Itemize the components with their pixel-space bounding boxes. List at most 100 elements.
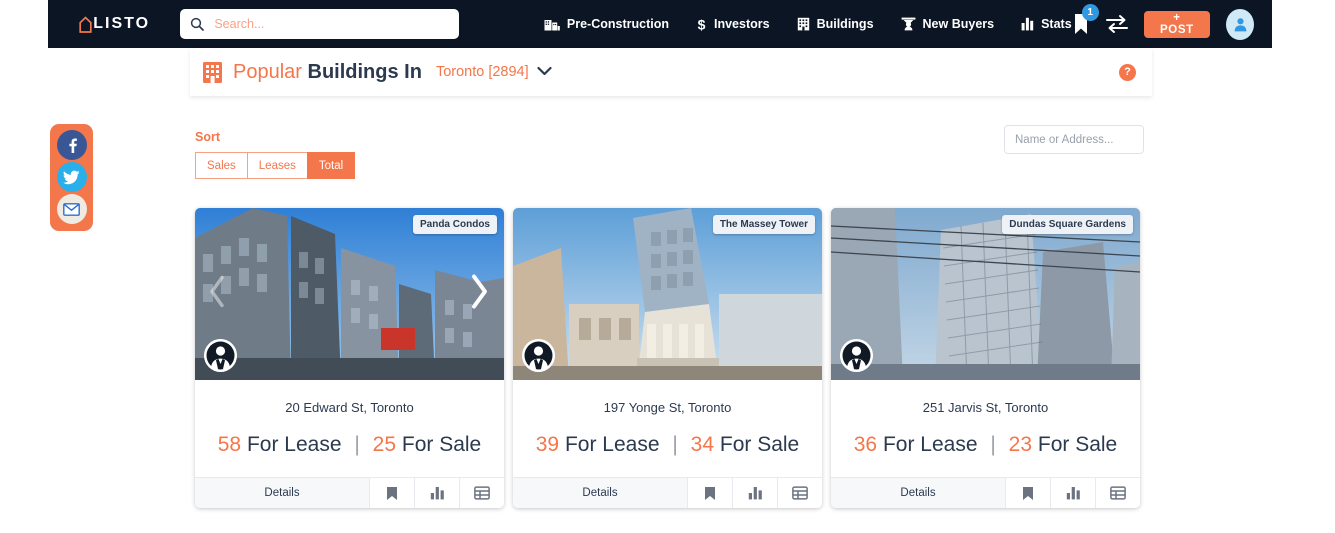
stats-button[interactable] (1050, 478, 1095, 508)
construction-building-icon (544, 17, 560, 31)
bar-chart-icon (748, 487, 762, 500)
nav-item-pre-construction[interactable]: Pre-Construction (544, 17, 669, 31)
sort-option-total[interactable]: Total (306, 152, 356, 179)
nav-item-stats[interactable]: Stats (1021, 17, 1072, 31)
city-selector-label: Toronto [2894] (435, 64, 529, 80)
brand-name: LISTO (93, 15, 151, 32)
lease-count: 39 (535, 433, 560, 456)
search-input[interactable] (214, 17, 435, 31)
bar-chart-icon (1021, 17, 1034, 31)
details-button[interactable]: Details (195, 478, 369, 508)
sale-count: 25 (372, 433, 397, 456)
building-card[interactable]: Dundas Square Gardens 251 Jarvis St, Tor… (831, 208, 1140, 508)
content-panel: Sort Sales Leases Total Name or Address.… (190, 104, 1152, 514)
header-actions: 1 + POST (1072, 3, 1254, 40)
lease-label: For Lease (882, 433, 978, 456)
bookmark-count-badge: 1 (1081, 3, 1099, 21)
nav-links: Pre-Construction $ Investors Buildings N… (544, 17, 1072, 32)
bookmark-icon (387, 486, 397, 500)
post-button[interactable]: + POST (1143, 10, 1211, 38)
nav-item-label: Pre-Construction (566, 17, 669, 31)
details-button[interactable]: Details (831, 478, 1005, 508)
page-title-highlight: Popular (233, 60, 302, 83)
agent-avatar-icon (840, 339, 873, 372)
details-button[interactable]: Details (513, 478, 687, 508)
sort-segmented-control: Sales Leases Total (195, 152, 356, 179)
building-address: 251 Jarvis St, Toronto (922, 400, 1049, 415)
share-twitter-button[interactable] (56, 162, 87, 192)
count-separator: | (990, 433, 996, 456)
sale-label: For Sale (401, 433, 482, 456)
sale-label: For Sale (719, 433, 800, 456)
lease-label: For Lease (246, 433, 342, 456)
table-view-button[interactable] (1095, 478, 1140, 508)
building-photo[interactable]: The Massey Tower (513, 208, 822, 380)
building-card-list: Panda Condos 20 Edward St, Toronto 58 Fo… (195, 208, 1140, 508)
help-button[interactable]: ? (1119, 63, 1136, 81)
table-grid-icon (1110, 486, 1126, 500)
agent-avatar[interactable] (522, 339, 555, 372)
save-bookmark-button[interactable] (1005, 478, 1050, 508)
name-or-address-input[interactable] (1015, 133, 1133, 146)
table-view-button[interactable] (777, 478, 822, 508)
agent-avatar[interactable] (204, 339, 237, 372)
stats-button[interactable] (414, 478, 459, 508)
building-photo[interactable]: Panda Condos (195, 208, 504, 380)
nav-item-investors[interactable]: $ Investors (696, 17, 770, 32)
save-bookmark-button[interactable] (687, 478, 732, 508)
lease-count: 36 (853, 433, 878, 456)
page-title-bar: Popular Buildings In Toronto [2894] ? (190, 48, 1152, 96)
carousel-prev-button[interactable] (207, 275, 227, 314)
sort-option-sales[interactable]: Sales (195, 152, 247, 179)
building-card[interactable]: Panda Condos 20 Edward St, Toronto 58 Fo… (195, 208, 504, 508)
table-grid-icon (474, 486, 490, 500)
agent-avatar[interactable] (840, 339, 873, 372)
sort-option-leases[interactable]: Leases (246, 152, 307, 179)
name-or-address-search[interactable] (1004, 125, 1144, 154)
building-counts: 58 For Lease | 25 For Sale (195, 415, 504, 477)
count-separator: | (672, 433, 678, 456)
building-counts: 39 For Lease | 34 For Sale (513, 415, 822, 477)
share-facebook-button[interactable] (56, 130, 87, 160)
new-buyer-icon (901, 17, 916, 31)
compare-button[interactable] (1105, 14, 1128, 34)
building-address: 197 Yonge St, Toronto (603, 400, 732, 415)
building-icon (797, 17, 810, 31)
sort-label: Sort (195, 130, 220, 144)
building-photo[interactable]: Dundas Square Gardens (831, 208, 1140, 380)
facebook-icon (68, 138, 77, 153)
save-bookmark-button[interactable] (369, 478, 414, 508)
top-navigation-bar: LISTO Search... Pre-Construction $ Inves… (48, 0, 1272, 48)
agent-avatar-icon (522, 339, 555, 372)
twitter-icon (63, 170, 80, 184)
sale-label: For Sale (1037, 433, 1118, 456)
bar-chart-icon (1066, 487, 1080, 500)
count-separator: | (354, 433, 360, 456)
bookmark-button[interactable]: 1 (1072, 3, 1099, 36)
search-box[interactable] (180, 9, 459, 39)
page-title: Popular Buildings In (233, 61, 422, 84)
envelope-icon (63, 202, 80, 216)
city-selector[interactable]: Toronto [2894] (436, 64, 552, 80)
sale-count: 34 (690, 433, 715, 456)
nav-item-buildings[interactable]: Buildings (797, 17, 874, 31)
building-name-badge: The Massey Tower (712, 215, 815, 234)
building-name-badge: Panda Condos (412, 215, 497, 234)
stats-button[interactable] (732, 478, 777, 508)
building-card[interactable]: The Massey Tower 197 Yonge St, Toronto 3… (513, 208, 822, 508)
nav-item-label: Buildings (816, 17, 874, 31)
nav-item-new-buyers[interactable]: New Buyers (901, 17, 994, 31)
nav-item-label: Investors (713, 17, 770, 31)
building-name-badge: Dundas Square Gardens (1002, 215, 1133, 234)
user-avatar-button[interactable] (1226, 8, 1254, 40)
table-view-button[interactable] (459, 478, 504, 508)
dollar-sign-icon: $ (696, 17, 707, 32)
lease-label: For Lease (564, 433, 660, 456)
brand-logo[interactable]: LISTO (58, 15, 171, 33)
carousel-next-button[interactable] (468, 273, 490, 316)
card-footer: Details (513, 477, 822, 508)
chevron-right-icon (472, 274, 487, 309)
bookmark-icon (705, 486, 715, 500)
share-email-button[interactable] (56, 194, 87, 224)
table-grid-icon (792, 486, 808, 500)
